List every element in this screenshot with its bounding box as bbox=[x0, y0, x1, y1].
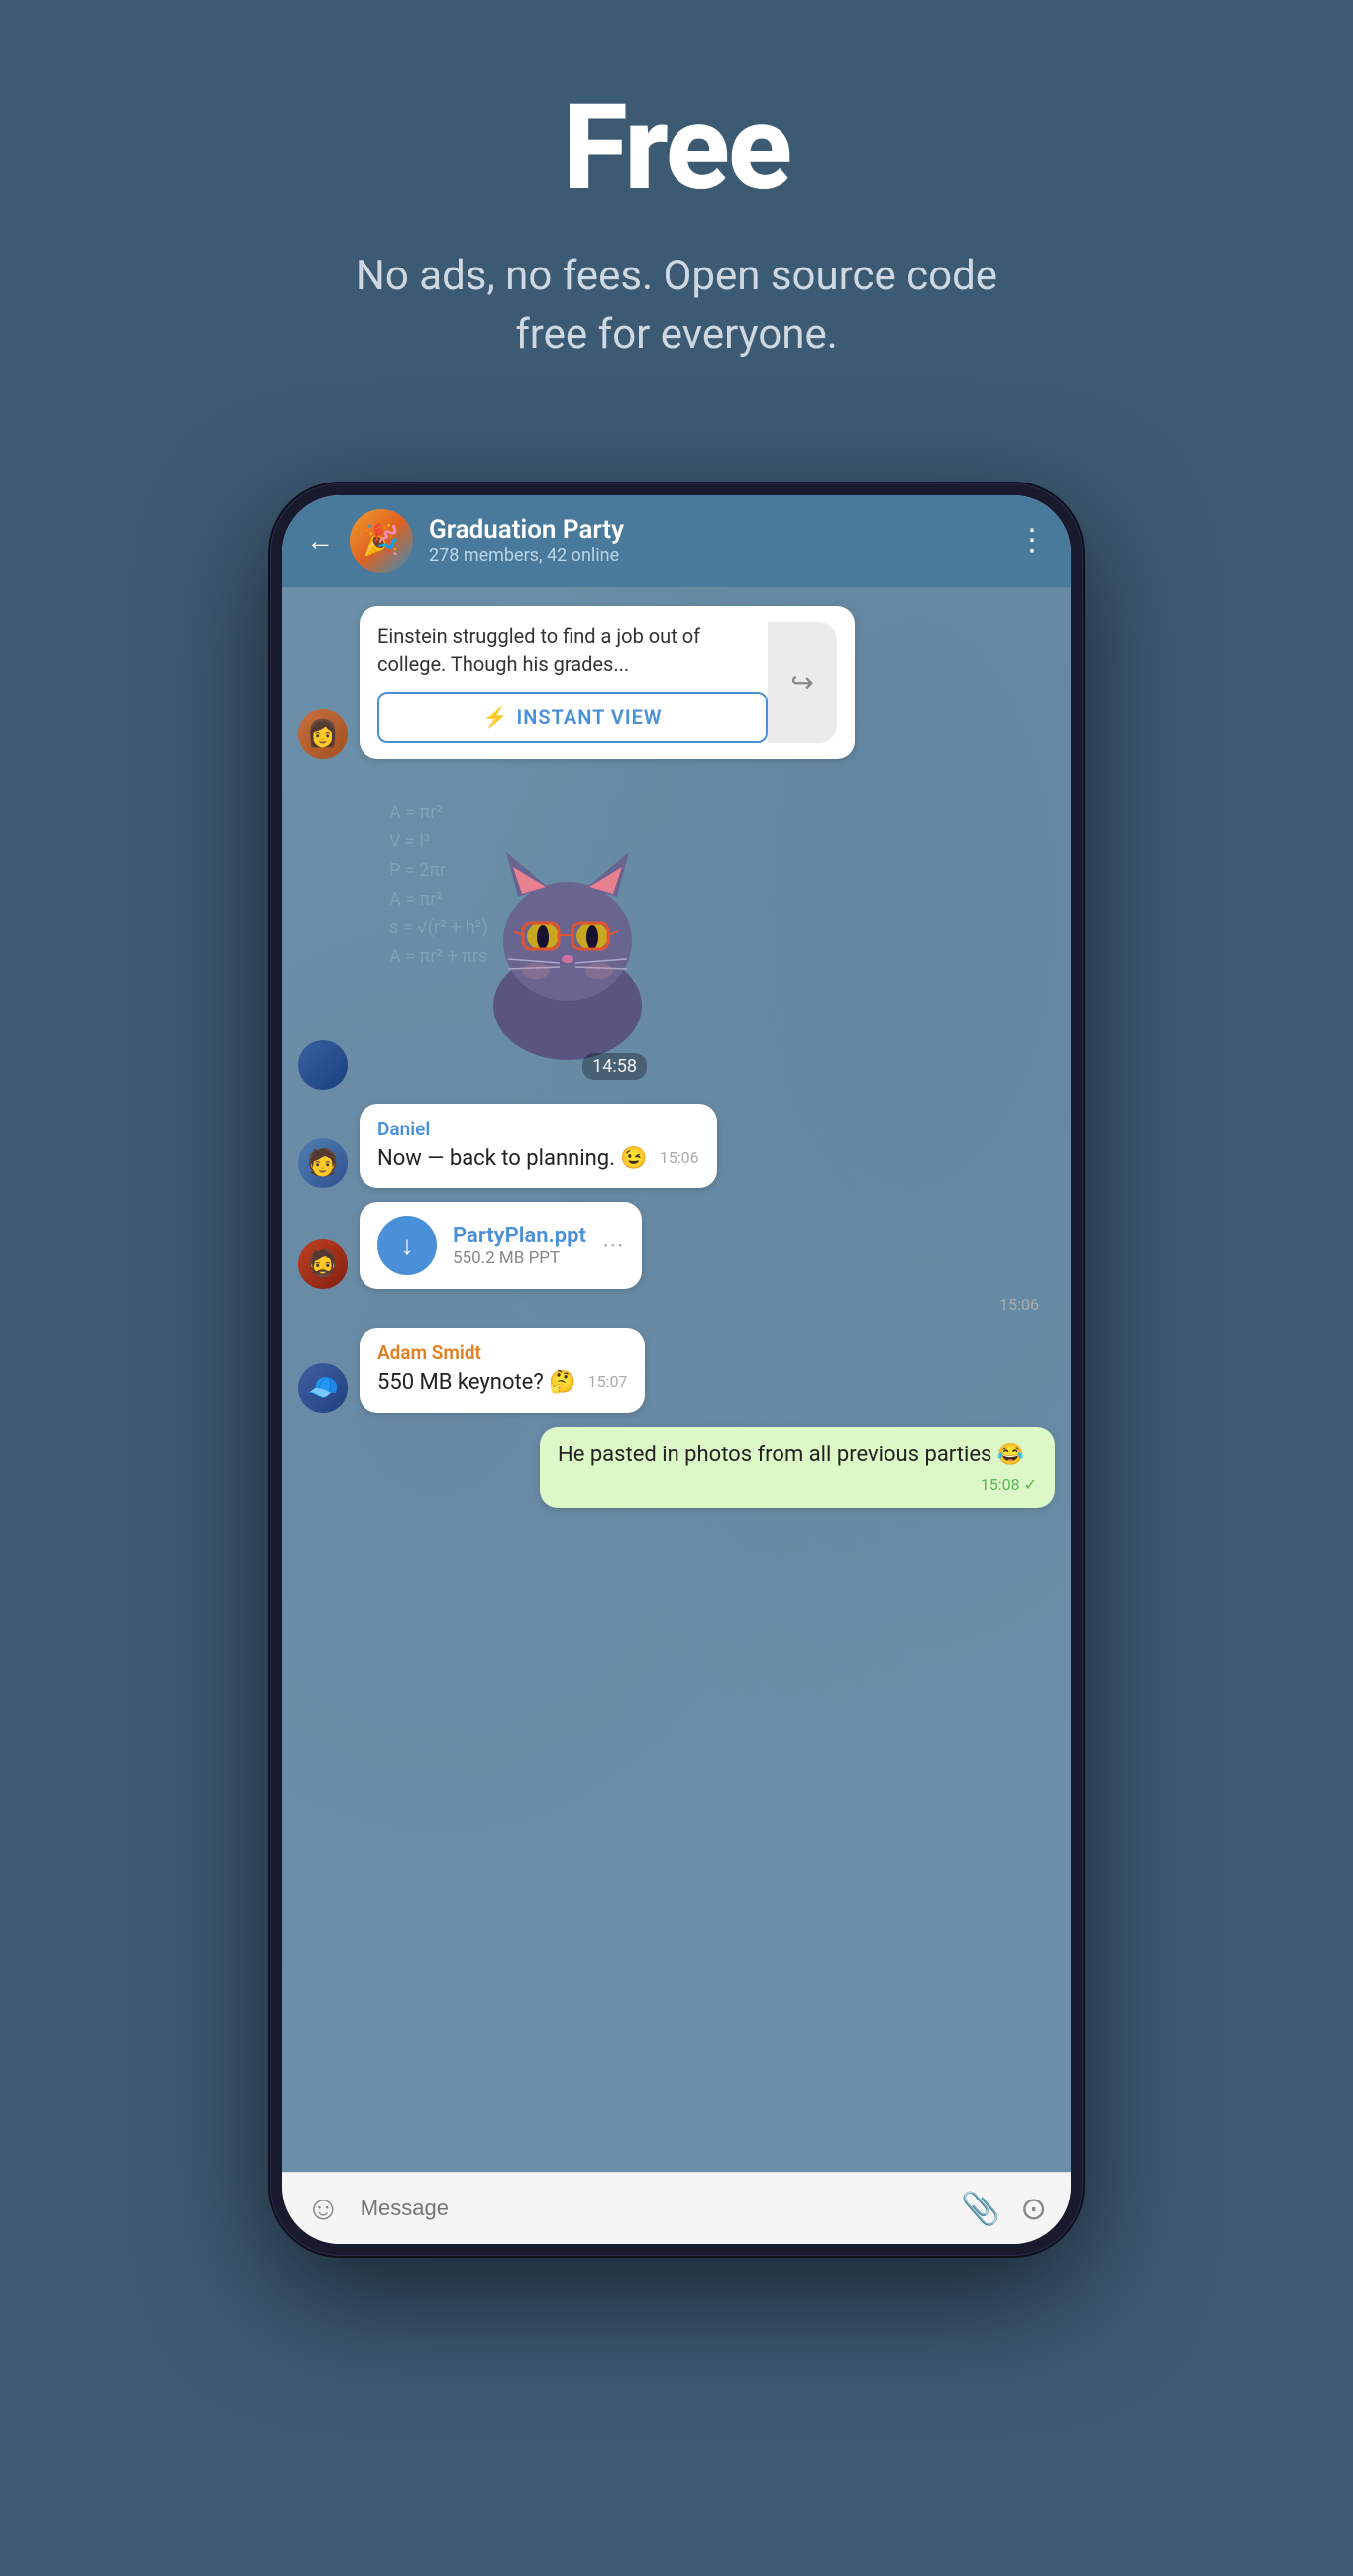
sticker-timestamp: 14:58 bbox=[582, 1053, 647, 1080]
back-button[interactable]: ← bbox=[306, 524, 334, 557]
chat-info: Graduation Party 278 members, 42 online bbox=[429, 515, 1001, 566]
message-time: 15:07 bbox=[588, 1372, 628, 1391]
text-bubble: Daniel Now — back to planning. 😉 15:06 bbox=[360, 1104, 717, 1189]
own-message-text: He pasted in photos from all previous pa… bbox=[558, 1443, 1024, 1467]
avatar: 🧢 bbox=[298, 1363, 348, 1413]
share-icon: ↪ bbox=[790, 666, 813, 698]
file-timestamp: 15:06 bbox=[999, 1295, 1039, 1314]
filename: PartyPlan.ppt bbox=[453, 1224, 586, 1248]
message-row: 👩 Einstein struggled to find a job out o… bbox=[298, 606, 1055, 759]
link-preview-text: Einstein struggled to find a job out of … bbox=[377, 622, 768, 678]
phone-frame: ← 🎉 Graduation Party 278 members, 42 onl… bbox=[270, 483, 1083, 2256]
text-bubble: Adam Smidt 550 MB keynote? 🤔 15:07 bbox=[360, 1328, 645, 1413]
own-message-bubble: He pasted in photos from all previous pa… bbox=[540, 1427, 1055, 1508]
message-input[interactable] bbox=[361, 2196, 942, 2221]
file-bubble: ↓ PartyPlan.ppt 550.2 MB PPT ⋯ bbox=[360, 1202, 642, 1289]
emoji-button[interactable]: ☺ bbox=[306, 2189, 341, 2228]
message-row: 🧑 Daniel Now — back to planning. 😉 15:06 bbox=[298, 1104, 1055, 1189]
chat-avatar: 🎉 bbox=[350, 509, 413, 573]
message-row: 🧢 Adam Smidt 550 MB keynote? 🤔 15:07 bbox=[298, 1328, 1055, 1413]
download-icon: ↓ bbox=[401, 1231, 414, 1261]
avatar bbox=[298, 1040, 348, 1090]
chat-body: 👩 Einstein struggled to find a job out o… bbox=[282, 587, 1071, 2172]
message-time: 15:08 bbox=[981, 1475, 1020, 1494]
share-button[interactable]: ↪ bbox=[768, 622, 837, 743]
message-row-own: He pasted in photos from all previous pa… bbox=[298, 1427, 1055, 1508]
file-meta: 550.2 MB PPT bbox=[453, 1248, 586, 1268]
chat-members: 278 members, 42 online bbox=[429, 545, 1001, 566]
avatar: 👩 bbox=[298, 709, 348, 759]
instant-view-label: INSTANT VIEW bbox=[516, 705, 662, 729]
camera-button[interactable]: ⊙ bbox=[1020, 2190, 1047, 2227]
chat-name: Graduation Party bbox=[429, 515, 1001, 545]
instant-view-button[interactable]: ⚡ INSTANT VIEW bbox=[377, 692, 768, 743]
hero-title: Free bbox=[563, 79, 790, 218]
file-time-row: 15:06 bbox=[298, 1295, 1055, 1314]
input-bar: ☺ 📎 ⊙ bbox=[282, 2172, 1071, 2244]
link-preview-bubble: Einstein struggled to find a job out of … bbox=[360, 606, 855, 759]
check-mark: ✓ bbox=[1024, 1475, 1037, 1494]
message-row: 🧔 ↓ PartyPlan.ppt 550.2 MB PPT ⋯ bbox=[298, 1202, 1055, 1289]
sticker-row: A = πr² V = l³ P = 2πr A = πr² s = √(r² … bbox=[298, 773, 1055, 1090]
hero-subtitle: No ads, no fees. Open source code free f… bbox=[330, 248, 1023, 365]
message-time: 15:06 bbox=[660, 1148, 699, 1167]
file-menu-button[interactable]: ⋯ bbox=[602, 1234, 624, 1258]
chat-menu-button[interactable]: ⋮ bbox=[1017, 523, 1047, 558]
sticker-message: A = πr² V = l³ P = 2πr A = πr² s = √(r² … bbox=[360, 773, 776, 1090]
sender-name: Daniel bbox=[377, 1118, 699, 1140]
avatar: 🧔 bbox=[298, 1239, 348, 1289]
message-text: 550 MB keynote? 🤔 bbox=[377, 1370, 576, 1395]
sender-name: Adam Smidt bbox=[377, 1342, 627, 1364]
avatar: 🧑 bbox=[298, 1138, 348, 1188]
link-preview-content: Einstein struggled to find a job out of … bbox=[377, 622, 768, 743]
attach-button[interactable]: 📎 bbox=[961, 2190, 1000, 2227]
math-background: A = πr² V = l³ P = 2πr A = πr² s = √(r² … bbox=[369, 783, 766, 1080]
file-download-button[interactable]: ↓ bbox=[377, 1216, 437, 1275]
phone-wrapper: ← 🎉 Graduation Party 278 members, 42 onl… bbox=[270, 483, 1083, 2256]
message-text: Now — back to planning. 😉 bbox=[377, 1146, 648, 1171]
phone-screen: ← 🎉 Graduation Party 278 members, 42 onl… bbox=[282, 495, 1071, 2244]
hero-section: Free No ads, no fees. Open source code f… bbox=[0, 0, 1353, 424]
file-info: PartyPlan.ppt 550.2 MB PPT bbox=[453, 1224, 586, 1268]
own-message-time: 15:08 ✓ bbox=[981, 1475, 1037, 1494]
chat-header: ← 🎉 Graduation Party 278 members, 42 onl… bbox=[282, 495, 1071, 587]
lightning-icon: ⚡ bbox=[483, 705, 509, 729]
